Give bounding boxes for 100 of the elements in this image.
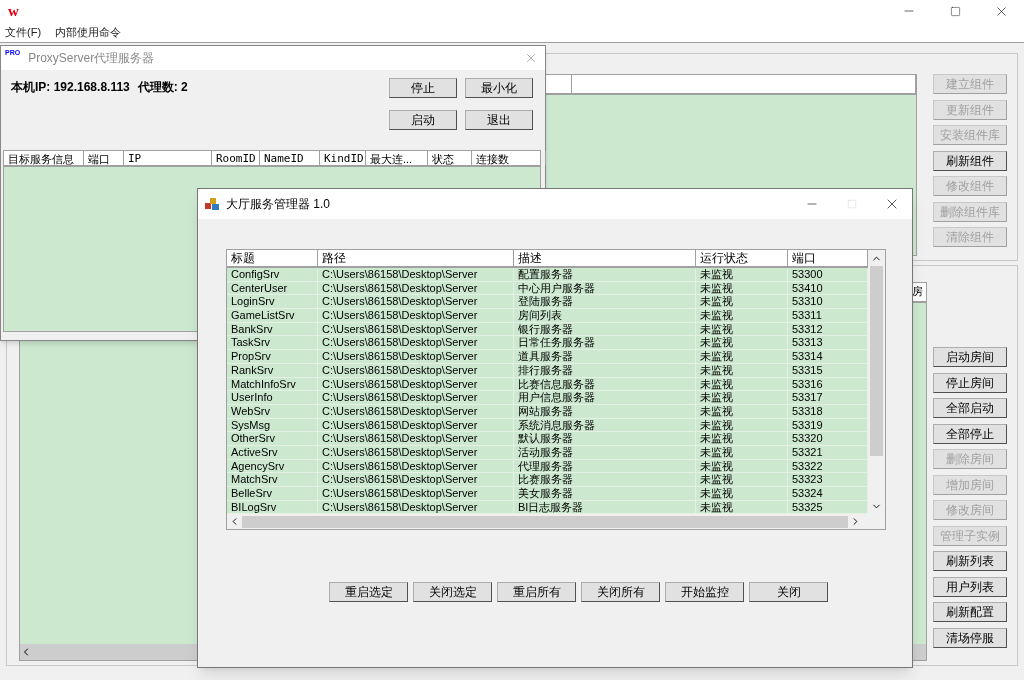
close-icon (524, 51, 538, 65)
table-cell: AgencySrv (227, 459, 318, 473)
table-cell: GameListSrv (227, 309, 318, 322)
table-cell: 道具服务器 (514, 350, 696, 363)
action-button[interactable]: 退出 (465, 110, 533, 130)
table-cell: 配置服务器 (514, 268, 696, 281)
table-cell: BI日志服务器 (514, 500, 696, 514)
table-cell: C:\Users\86158\Desktop\Server (318, 391, 514, 404)
table-cell: 未监视 (696, 500, 788, 514)
action-button[interactable]: 重启所有 (497, 582, 576, 603)
table-cell: 活动服务器 (514, 445, 696, 459)
table-cell: C:\Users\86158\Desktop\Server (318, 432, 514, 445)
table-cell: C:\Users\86158\Desktop\Server (318, 322, 514, 336)
column-header[interactable]: 连接数 (472, 151, 546, 165)
action-button[interactable]: 全部启动 (933, 398, 1007, 418)
table-cell: BILogSrv (227, 500, 318, 514)
ip-label: 本机IP: 192.168.8.113 (11, 79, 130, 96)
action-button[interactable]: 刷新列表 (933, 551, 1007, 571)
table-cell: 未监视 (696, 459, 788, 473)
column-header[interactable]: 路径 (318, 250, 514, 266)
action-button[interactable]: 启动房间 (933, 347, 1007, 367)
table-cell: UserInfo (227, 391, 318, 404)
table-cell: 代理服务器 (514, 459, 696, 473)
column-header[interactable]: NameID (260, 151, 320, 165)
window-title: ProxyServer代理服务器 (28, 50, 155, 67)
table-cell: C:\Users\86158\Desktop\Server (318, 350, 514, 363)
table-cell: 未监视 (696, 281, 788, 295)
table-cell: TaskSrv (227, 336, 318, 350)
table-cell: 未监视 (696, 295, 788, 309)
table-cell: 未监视 (696, 487, 788, 500)
maximize-icon (949, 5, 961, 17)
action-button[interactable]: 关闭选定 (413, 582, 492, 603)
table-cell: BankSrv (227, 322, 318, 336)
action-button[interactable]: 停止 (389, 78, 457, 98)
table-cell: RankSrv (227, 363, 318, 377)
table-cell: 比赛信息服务器 (514, 377, 696, 391)
column-header[interactable]: 状态 (428, 151, 472, 165)
table-cell: C:\Users\86158\Desktop\Server (318, 336, 514, 350)
table-cell: C:\Users\86158\Desktop\Server (318, 500, 514, 514)
column-header[interactable]: 目标服务信息 (4, 151, 84, 165)
table-cell: 未监视 (696, 404, 788, 418)
vertical-scrollbar[interactable] (868, 250, 885, 515)
table-cell: 网站服务器 (514, 404, 696, 418)
column-header[interactable]: 标题 (227, 250, 318, 266)
cubes-icon (204, 197, 220, 211)
table-cell: 中心用户服务器 (514, 281, 696, 295)
table-cell: OtherSrv (227, 432, 318, 445)
table-cell: 美女服务器 (514, 487, 696, 500)
horizontal-scrollbar[interactable] (227, 514, 885, 530)
table-cell: C:\Users\86158\Desktop\Server (318, 487, 514, 500)
proxy-count-label: 代理数: 2 (137, 79, 188, 96)
table-cell: 未监视 (696, 350, 788, 363)
table-cell: 未监视 (696, 418, 788, 432)
table-cell: 房间列表 (514, 309, 696, 322)
table-cell: 未监视 (696, 336, 788, 350)
table-cell: ActiveSrv (227, 445, 318, 459)
table-cell: LoginSrv (227, 295, 318, 309)
action-button[interactable]: 开始监控 (665, 582, 744, 603)
table-cell: 未监视 (696, 445, 788, 459)
column-header[interactable]: 房 (910, 283, 926, 301)
app-logo: w (8, 3, 19, 19)
table-cell: 未监视 (696, 377, 788, 391)
action-button[interactable]: 刷新组件 (933, 150, 1007, 171)
table-cell: C:\Users\86158\Desktop\Server (318, 459, 514, 473)
action-button[interactable]: 最小化 (465, 78, 533, 98)
action-button[interactable]: 刷新配置 (933, 602, 1007, 622)
table-cell: BelleSrv (227, 487, 318, 500)
column-header[interactable]: 描述 (514, 250, 696, 266)
column-header[interactable]: IP (124, 151, 212, 165)
maximize-icon (847, 199, 857, 209)
table-cell: C:\Users\86158\Desktop\Server (318, 309, 514, 322)
action-button[interactable]: 重启选定 (329, 582, 408, 603)
column-header[interactable]: KindID (320, 151, 366, 165)
table-cell: C:\Users\86158\Desktop\Server (318, 445, 514, 459)
menu-item[interactable]: 内部使用命令 (55, 23, 122, 41)
column-header[interactable]: 运行状态 (696, 250, 788, 266)
action-button[interactable]: 关闭 (749, 582, 828, 603)
action-button[interactable]: 全部停止 (933, 423, 1007, 444)
action-button[interactable]: 用户列表 (933, 576, 1007, 597)
table-cell: 默认服务器 (514, 432, 696, 445)
table-cell: C:\Users\86158\Desktop\Server (318, 281, 514, 295)
action-button[interactable]: 停止房间 (933, 372, 1007, 393)
action-button[interactable]: 清场停服 (933, 627, 1007, 648)
table-cell: ConfigSrv (227, 268, 318, 281)
table-cell: 比赛服务器 (514, 473, 696, 486)
column-header[interactable]: RoomID (212, 151, 260, 165)
table-cell: C:\Users\86158\Desktop\Server (318, 363, 514, 377)
table-cell: 未监视 (696, 363, 788, 377)
table-cell: 未监视 (696, 322, 788, 336)
table-cell: SysMsg (227, 418, 318, 432)
table-cell: C:\Users\86158\Desktop\Server (318, 418, 514, 432)
table-cell: WebSrv (227, 404, 318, 418)
table-cell: C:\Users\86158\Desktop\Server (318, 404, 514, 418)
action-button[interactable]: 关闭所有 (581, 582, 660, 603)
action-button[interactable]: 启动 (389, 110, 457, 130)
menu-item[interactable]: 文件(F) (5, 23, 42, 41)
column-header[interactable]: 端口 (84, 151, 124, 165)
table-cell: 未监视 (696, 309, 788, 322)
column-header[interactable]: 最大连... (366, 151, 428, 165)
table-cell: 用户信息服务器 (514, 391, 696, 404)
